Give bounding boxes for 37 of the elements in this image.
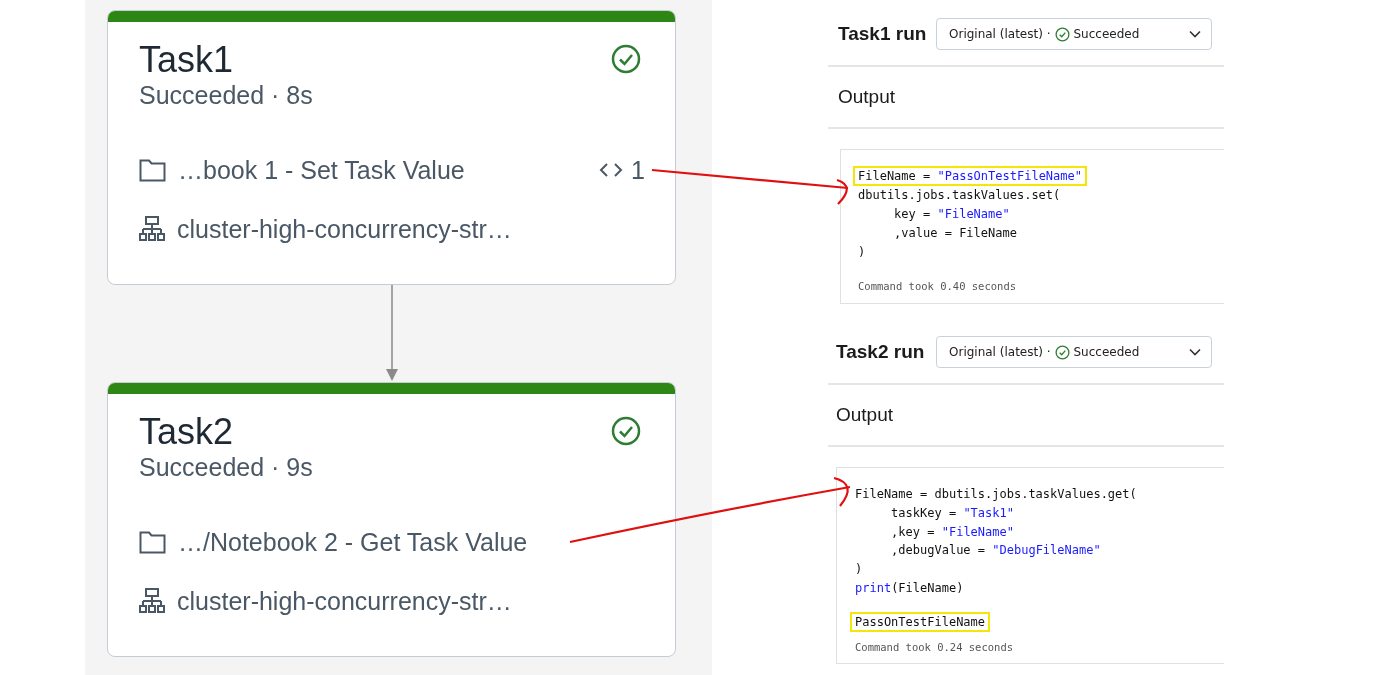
chevron-down-icon (1189, 348, 1201, 356)
code-icon (599, 162, 624, 178)
code-line: ,value = FileName (893, 224, 1018, 242)
folder-icon (139, 530, 166, 554)
code-line: ) (854, 561, 864, 579)
task-card[interactable]: Task1 Succeeded · 8s …book 1 - Set Task Value 1 cluster-high-concurrency-str… (107, 10, 676, 285)
code-line: print(FileName) (854, 579, 965, 597)
notebook-path[interactable]: …/Notebook 2 - Get Task Value (178, 527, 528, 557)
code-line: ,key = "FileName" (890, 523, 1015, 541)
task-card[interactable]: Task2 Succeeded · 9s …/Notebook 2 - Get Task Value cluster-high-concurrency-str… (107, 382, 676, 657)
code-line: FileName = dbutils.jobs.taskValues.get( (854, 486, 1138, 504)
task-name: Task2 (139, 412, 235, 452)
cluster-name[interactable]: cluster-high-concurrency-str… (177, 586, 512, 616)
command-timing: Command took 0.24 seconds (855, 640, 1015, 653)
output-heading: Output (836, 404, 894, 426)
output-text: PassOnTestFileName (850, 612, 991, 633)
output-heading: Output (838, 86, 896, 108)
run-title: Task2 run (836, 341, 926, 363)
task-status: Succeeded · 9s (139, 452, 313, 482)
cluster-icon (139, 216, 165, 242)
code-line: dbutils.jobs.taskValues.set( (857, 186, 1062, 204)
notebook-path[interactable]: …book 1 - Set Task Value (178, 155, 465, 185)
code-line: taskKey = "Task1" (890, 505, 1015, 523)
chevron-down-icon (1189, 30, 1201, 38)
code-line: ,debugValue = "DebugFileName" (890, 542, 1102, 560)
run-dropdown[interactable]: Original (latest) · Succeeded (936, 336, 1212, 368)
code-line: ) (857, 243, 867, 261)
code-count: 1 (631, 155, 645, 185)
task-name: Task1 (139, 40, 235, 80)
run-dropdown[interactable]: Original (latest) · Succeeded (936, 18, 1212, 50)
code-line: key = "FileName" (893, 205, 1011, 223)
cluster-name[interactable]: cluster-high-concurrency-str… (177, 214, 512, 244)
folder-icon (139, 158, 166, 182)
run-title: Task1 run (838, 23, 928, 45)
cluster-icon (139, 588, 165, 614)
task-status: Succeeded · 8s (139, 80, 313, 110)
command-timing: Command took 0.40 seconds (858, 280, 1018, 292)
